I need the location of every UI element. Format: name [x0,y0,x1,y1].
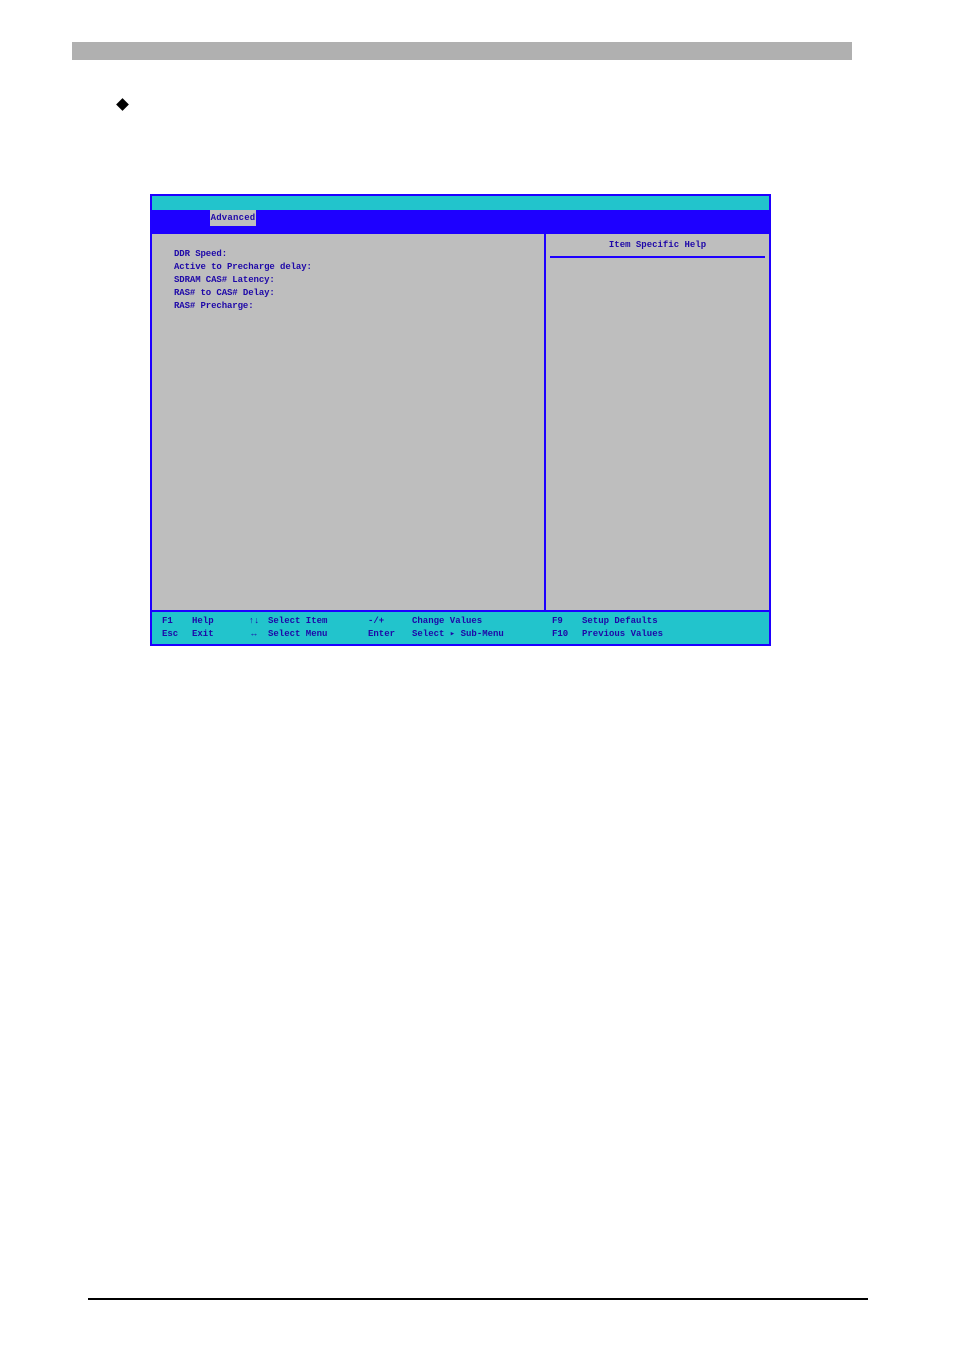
bios-main-panel: DDR Speed: Active to Precharge delay: SD… [152,232,546,610]
setting-ras-precharge[interactable]: RAS# Precharge: [174,300,530,313]
top-gray-bar [72,42,852,60]
key-enter: Enter [368,628,412,641]
label-select-item: Select Item [268,615,368,628]
footer-row-1: F1 Help ↑↓ Select Item -/+ Change Values… [162,615,759,628]
bios-header-bar [152,196,769,210]
key-minus-plus: -/+ [368,615,412,628]
label-setup-defaults: Setup Defaults [582,615,692,628]
setting-sdram-cas-latency[interactable]: SDRAM CAS# Latency: [174,274,530,287]
help-title: Item Specific Help [550,234,765,258]
tab-advanced[interactable]: Advanced [210,210,256,226]
key-f1: F1 [162,615,192,628]
footer-row-2: Esc Exit ↔ Select Menu Enter Select ▸ Su… [162,628,759,641]
bios-body: DDR Speed: Active to Precharge delay: SD… [152,232,769,610]
setting-active-to-precharge[interactable]: Active to Precharge delay: [174,261,530,274]
arrows-left-right-icon: ↔ [240,628,268,641]
diamond-bullet-icon [116,98,129,111]
bios-help-panel: Item Specific Help [546,232,769,610]
key-f9: F9 [552,615,582,628]
bottom-rule [88,1298,868,1300]
label-previous-values: Previous Values [582,628,692,641]
key-esc: Esc [162,628,192,641]
bios-tabbar: Advanced [152,210,769,232]
key-f10: F10 [552,628,582,641]
bios-footer: F1 Help ↑↓ Select Item -/+ Change Values… [152,610,769,644]
arrows-up-down-icon: ↑↓ [240,615,268,628]
label-help: Help [192,615,240,628]
setting-ddr-speed[interactable]: DDR Speed: [174,248,530,261]
label-exit: Exit [192,628,240,641]
label-select-submenu: Select ▸ Sub-Menu [412,628,552,641]
label-change-values: Change Values [412,615,552,628]
bios-window: Advanced DDR Speed: Active to Precharge … [150,194,771,646]
setting-ras-to-cas-delay[interactable]: RAS# to CAS# Delay: [174,287,530,300]
label-select-menu: Select Menu [268,628,368,641]
